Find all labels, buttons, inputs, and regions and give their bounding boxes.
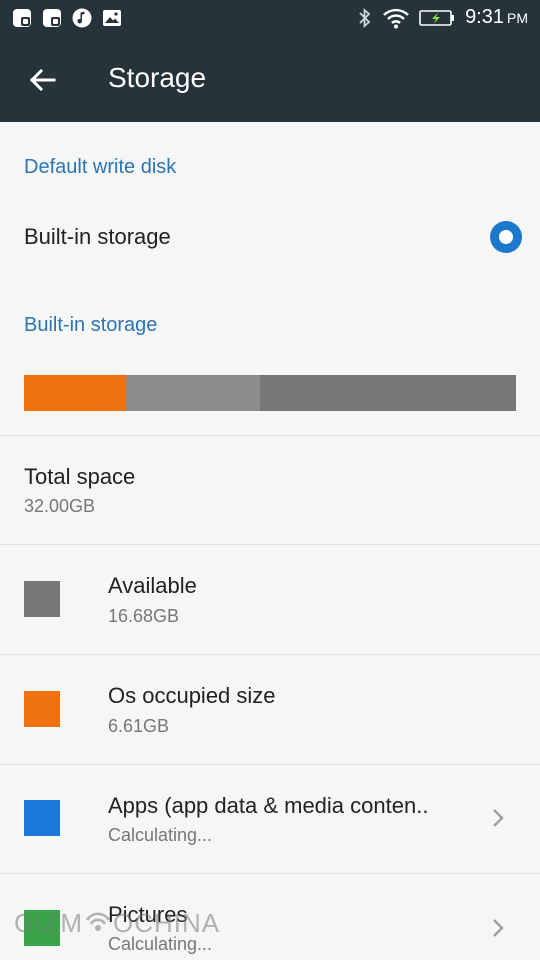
image-icon [103,10,121,26]
divider [0,435,540,436]
divider [0,544,540,545]
notification-card-icon [43,9,61,27]
app-bar: Storage [0,38,540,122]
usage-bar-segment-1 [125,375,260,411]
os-occupied-value: 6.61GB [108,716,170,736]
default-write-disk-option-label: Built-in storage [24,224,171,249]
status-bar-system: 9:31 PM [357,6,528,29]
status-bar-notifications [12,8,122,28]
available-value: 16.68GB [108,606,180,626]
battery-charging-icon [419,9,455,26]
apps-value: Calculating... [108,825,213,845]
chevron-right-icon [493,809,504,827]
radio-selected[interactable] [490,221,522,253]
total-space-title: Total space [24,464,136,489]
available-title: Available [108,573,197,598]
section-header-default-write-disk: Default write disk [24,156,177,178]
wifi-signal-logo-icon [85,912,111,931]
apps-color-swatch [24,800,60,836]
page-title: Storage [108,62,207,93]
total-space-value: 32.00GB [24,496,96,516]
usage-bar-segment-0 [24,375,126,411]
music-note-icon [72,8,92,28]
notification-card-icon [13,9,31,27]
list-item-apps[interactable] [0,765,540,873]
divider [0,654,540,655]
os-occupied-color-swatch [24,691,60,727]
section-header-built-in-storage: Built-in storage [24,314,158,336]
apps-title: Apps (app data & media conten.. [108,793,429,818]
status-bar: 9:31 PM [0,0,540,38]
back-arrow-icon[interactable] [24,60,64,100]
chevron-right-icon [493,919,504,937]
bluetooth-icon [359,7,371,28]
os-occupied-title: Os occupied size [108,683,276,708]
gizmochina-watermark: GIZ M O CHINA [14,906,220,940]
status-time: 9:31 PM [465,6,528,28]
usage-bar-segment-2 [259,375,516,411]
available-color-swatch [24,581,60,617]
wifi-icon [383,8,409,28]
storage-usage-bar [24,375,516,411]
